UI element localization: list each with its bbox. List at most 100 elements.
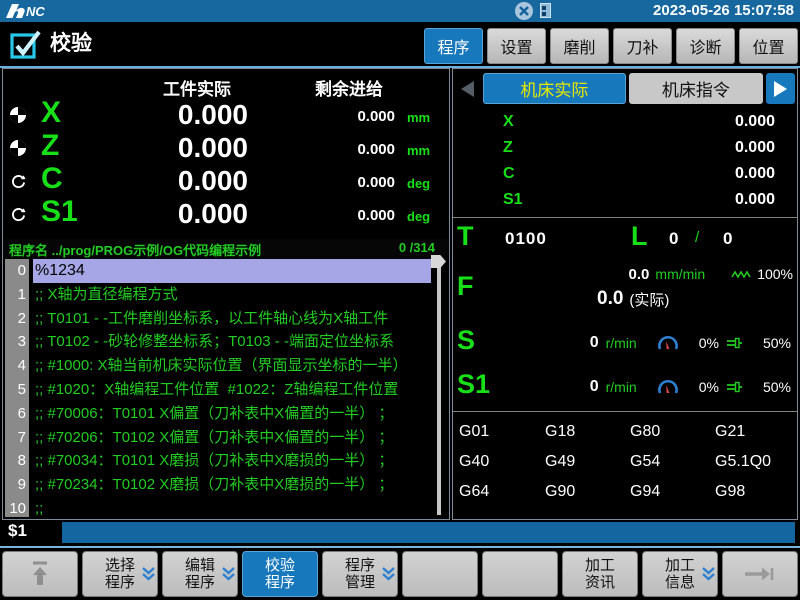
axis-name: S1 bbox=[503, 191, 523, 209]
axis-value: 0.000 bbox=[735, 191, 775, 209]
program-line[interactable]: 6;; #70006：T0101 X偏置（刀补表中X偏置的一半） ； bbox=[5, 402, 447, 426]
divider bbox=[453, 217, 797, 218]
axis-remaining-value: 0.000 bbox=[283, 108, 395, 125]
spindle-load-percent: 0% bbox=[699, 379, 719, 395]
l-value-total: 0 bbox=[723, 229, 732, 249]
top-status-bar: NC 2023-05-26 15:07:58 bbox=[0, 0, 800, 22]
gcode: G54 bbox=[630, 447, 715, 477]
line-text: %1234 bbox=[33, 259, 431, 283]
tab-program[interactable]: 程序 bbox=[424, 28, 483, 64]
axis-unit: deg bbox=[407, 209, 430, 224]
softkey-next-menu-button[interactable] bbox=[722, 551, 798, 597]
axis-name: X bbox=[503, 113, 514, 131]
softkey-bar: 选择程序 编辑程序 校验程序 程序管理 加工资讯 bbox=[0, 548, 800, 600]
program-line[interactable]: 8;; #70034：T0101 X磨损（刀补表中X磨损的一半） ； bbox=[5, 449, 447, 473]
chevron-down-icon bbox=[701, 567, 716, 581]
tab-machine-command[interactable]: 机床指令 bbox=[629, 73, 763, 104]
title-bar: 校验 程序 设置 磨削 刀补 诊断 位置 bbox=[0, 22, 800, 66]
gcode: G18 bbox=[545, 417, 630, 447]
line-number: 4 bbox=[5, 354, 29, 378]
softkey-program-manage[interactable]: 程序管理 bbox=[322, 551, 398, 597]
chevron-down-icon bbox=[141, 567, 156, 581]
softkey-edit-program[interactable]: 编辑程序 bbox=[162, 551, 238, 597]
l-label: L bbox=[631, 221, 648, 252]
t-label: T bbox=[457, 221, 474, 251]
program-line[interactable]: 9;; #70234：T0102 X磨损（刀补表中X磨损的一半） ； bbox=[5, 473, 447, 497]
machine-axis-row: X 0.000 bbox=[453, 111, 797, 137]
axis-unit: mm bbox=[407, 110, 430, 125]
hnc-logo: NC bbox=[5, 3, 55, 19]
program-line[interactable]: 5;; #1020：X轴编程工件位置 #1022：Z轴编程工件位置 bbox=[5, 378, 447, 402]
storage-indicator-icon bbox=[540, 3, 551, 18]
program-line[interactable]: 2;; T0101 - -工件磨削坐标系，以工件轴心线为X轴工件 bbox=[5, 307, 447, 331]
tool-row: T 0100 L 0 / 0 bbox=[457, 221, 800, 257]
spindle-speed: 0 bbox=[590, 334, 599, 352]
feed-actual-value: 0.0 bbox=[597, 288, 623, 310]
softkey-machining-info[interactable]: 加工资讯 bbox=[562, 551, 638, 597]
datum-icon bbox=[9, 106, 27, 124]
l-value-current: 0 bbox=[669, 229, 678, 249]
right-arrow-icon bbox=[743, 566, 777, 582]
program-line[interactable]: 7;; #70206：T0102 X偏置（刀补表中X偏置的一半） ； bbox=[5, 426, 447, 450]
line-text: ;; #70234：T0102 X磨损（刀补表中X磨损的一半） ； bbox=[35, 473, 431, 497]
spindle-override-percent: 50% bbox=[763, 335, 791, 351]
program-line[interactable]: 4;; #1000: X轴当前机床实际位置（界面显示坐标的一半） bbox=[5, 354, 447, 378]
tab-grinding[interactable]: 磨削 bbox=[550, 28, 609, 64]
divider bbox=[453, 411, 797, 412]
machine-status-panel: 机床实际 机床指令 X 0.000 Z 0.000 C 0.000 S1 0.0… bbox=[452, 68, 798, 520]
axis-row-z: Z 0.000 0.000 mm bbox=[3, 132, 449, 165]
feed-value: 0.0 bbox=[629, 266, 650, 283]
tab-settings[interactable]: 设置 bbox=[487, 28, 546, 64]
svg-text:NC: NC bbox=[26, 4, 45, 19]
spindle-override-icon bbox=[726, 381, 743, 393]
axis-row-s1: S1 0.000 0.000 deg bbox=[3, 198, 449, 231]
workpiece-position-panel: 工件实际 剩余进给 X 0.000 0.000 mm Z 0.000 0.000… bbox=[2, 68, 450, 520]
program-line-position: 0 /314 bbox=[399, 240, 435, 255]
tab-tool-comp[interactable]: 刀补 bbox=[613, 28, 672, 64]
line-text: ;; #1000: X轴当前机床实际位置（界面显示坐标的一半） bbox=[35, 354, 431, 378]
axis-name: C bbox=[41, 162, 63, 196]
rotary-axis-icon bbox=[11, 174, 26, 189]
program-listing: 0%1234 1;; X轴为直径编程方式 2;; T0101 - -工件磨削坐标… bbox=[5, 259, 447, 517]
program-line[interactable]: 10;; bbox=[5, 497, 447, 517]
softkey-machining-message[interactable]: 加工信息 bbox=[642, 551, 718, 597]
tab-machine-actual[interactable]: 机床实际 bbox=[483, 73, 626, 104]
gcode: G90 bbox=[545, 477, 630, 507]
line-text: ;; T0102 - -砂轮修整坐标系；T0103 - -端面定位坐标系 bbox=[35, 330, 431, 354]
verify-check-icon bbox=[10, 29, 42, 61]
feed-unit: mm/min bbox=[655, 266, 705, 282]
close-icon[interactable] bbox=[515, 2, 533, 20]
spindle-unit: r/min bbox=[606, 335, 637, 351]
top-tab-strip: 程序 设置 磨削 刀补 诊断 位置 bbox=[424, 28, 798, 64]
spindle-override-icon bbox=[726, 337, 743, 349]
softkey-blank bbox=[402, 551, 478, 597]
gcode: G64 bbox=[459, 477, 545, 507]
gcode-modal-grid: G01 G18 G80 G21 G40 G49 G54 G5.1Q0 G64 G… bbox=[459, 417, 793, 507]
softkey-verify-program[interactable]: 校验程序 bbox=[242, 551, 318, 597]
gcode: G49 bbox=[545, 447, 630, 477]
softkey-select-program[interactable]: 选择程序 bbox=[82, 551, 158, 597]
axis-actual-value: 0.000 bbox=[83, 198, 248, 230]
softkey-page-up-button[interactable] bbox=[2, 551, 78, 597]
axis-name: Z bbox=[503, 139, 513, 157]
program-line[interactable]: 1;; X轴为直径编程方式 bbox=[5, 283, 447, 307]
l-separator: / bbox=[695, 229, 699, 246]
tab-position[interactable]: 位置 bbox=[739, 28, 798, 64]
gcode: G40 bbox=[459, 447, 545, 477]
axis-remaining-value: 0.000 bbox=[283, 141, 395, 158]
line-text: ;; X轴为直径编程方式 bbox=[35, 283, 431, 307]
axis-remaining-value: 0.000 bbox=[283, 174, 395, 191]
line-number: 3 bbox=[5, 330, 29, 354]
prev-page-arrow-icon[interactable] bbox=[455, 73, 480, 104]
s-label: S bbox=[457, 325, 475, 355]
program-line[interactable]: 0%1234 bbox=[5, 259, 447, 283]
line-text: ;; #70006：T0101 X偏置（刀补表中X偏置的一半） ； bbox=[35, 402, 431, 426]
gcode: G94 bbox=[630, 477, 715, 507]
program-path: 程序名 ../prog/PROG示例/OG代码编程示例 bbox=[9, 240, 261, 259]
line-text: ;; #70034：T0101 X磨损（刀补表中X磨损的一半） ； bbox=[35, 449, 431, 473]
tab-diagnosis[interactable]: 诊断 bbox=[676, 28, 735, 64]
program-line[interactable]: 3;; T0102 - -砂轮修整坐标系；T0103 - -端面定位坐标系 bbox=[5, 330, 447, 354]
next-page-arrow-icon[interactable] bbox=[766, 73, 795, 104]
scrollbar[interactable] bbox=[437, 259, 441, 515]
line-text: ;; #1020：X轴编程工件位置 #1022：Z轴编程工件位置 bbox=[35, 378, 431, 402]
